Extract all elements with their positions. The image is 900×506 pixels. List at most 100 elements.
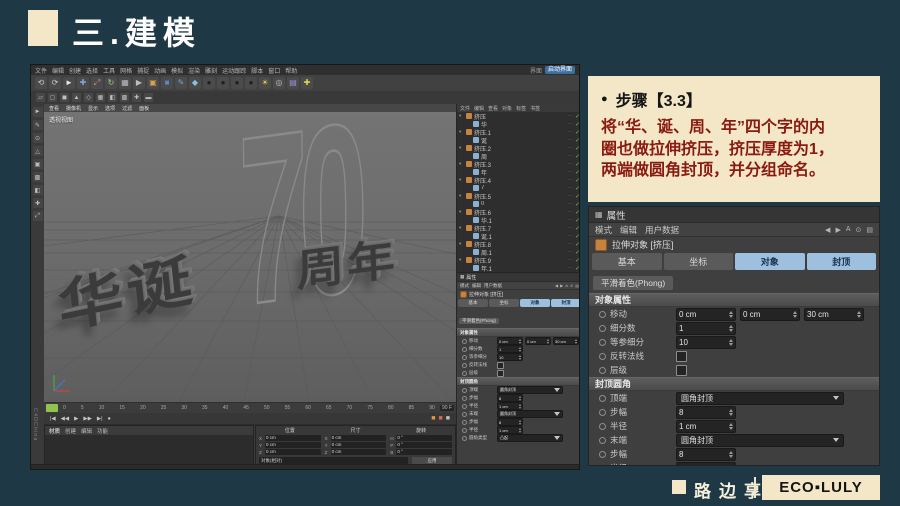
coord-field[interactable]: 0 cm <box>331 435 387 441</box>
checkbox[interactable] <box>676 365 687 376</box>
toolbar-icon[interactable]: ⟲ <box>35 77 47 89</box>
attr-menu-item[interactable]: 模式 <box>595 224 612 236</box>
visibility-dots-icon[interactable]: ·· <box>568 153 573 159</box>
menu-item[interactable]: 渲染 <box>188 66 200 75</box>
anim-dot-icon[interactable] <box>462 404 467 409</box>
anim-dot-icon[interactable] <box>599 423 606 430</box>
tool-icon[interactable]: ✎ <box>33 120 43 130</box>
stepper-icon[interactable] <box>729 339 733 346</box>
object-item[interactable]: ▾挤压.5··✓ <box>457 192 580 200</box>
object-item[interactable]: 年.1··✓ <box>457 264 580 272</box>
anim-dot-icon[interactable] <box>599 339 606 346</box>
stepper-icon[interactable] <box>729 423 733 430</box>
toolbar-icon[interactable]: ◆ <box>189 77 201 89</box>
number-field[interactable]: 8 <box>676 448 736 461</box>
timeline[interactable]: 051015202530354045505560657075808590 90 … <box>44 402 456 413</box>
expand-icon[interactable]: ▾ <box>459 193 464 199</box>
mode-icon[interactable]: ◼ <box>60 93 69 102</box>
attr-tab[interactable]: 封顶 <box>807 253 877 270</box>
number-field[interactable]: 30 cm <box>553 337 579 345</box>
menu-item[interactable]: 创建 <box>69 66 81 75</box>
toolbar-icon[interactable]: ● <box>217 77 229 89</box>
visibility-dots-icon[interactable]: ·· <box>568 265 573 271</box>
tool-icon[interactable]: ▩ <box>33 172 43 182</box>
attr-tab[interactable]: 封顶 <box>551 299 580 307</box>
expand-icon[interactable]: ▾ <box>459 225 464 231</box>
anim-dot-icon[interactable] <box>599 353 606 360</box>
number-field[interactable]: 30 cm <box>804 308 864 321</box>
visibility-dots-icon[interactable]: ·· <box>568 233 573 239</box>
viewport-menu-item[interactable]: 显示 <box>88 105 98 112</box>
attr-menu-icon[interactable]: ▶ <box>835 226 840 234</box>
stepper-icon[interactable] <box>729 325 733 332</box>
menu-item[interactable]: 窗口 <box>268 66 280 75</box>
toolbar-icon[interactable]: ▤ <box>287 77 299 89</box>
section-header[interactable]: 对象属性 <box>589 293 879 307</box>
visibility-dots-icon[interactable]: ·· <box>568 137 573 143</box>
attr-menu-icon[interactable]: ▶ <box>560 283 563 288</box>
stepper-icon[interactable] <box>793 311 797 318</box>
enabled-check-icon[interactable]: ✓ <box>575 113 580 120</box>
enabled-check-icon[interactable]: ✓ <box>575 185 580 192</box>
attr-menu-icon[interactable]: ⊙ <box>856 226 862 234</box>
attr-menu-icon[interactable]: A <box>565 283 568 288</box>
viewport-menu-item[interactable]: 摄像机 <box>66 105 81 112</box>
menu-item[interactable]: 选择 <box>86 66 98 75</box>
attr-tab[interactable]: 基本 <box>592 253 662 270</box>
coord-field[interactable]: 0 cm <box>265 442 321 448</box>
number-field[interactable]: 10 <box>497 353 523 361</box>
tool-icon[interactable]: ✚ <box>33 198 43 208</box>
dropdown-field[interactable]: 凸起 <box>497 434 563 442</box>
anim-dot-icon[interactable] <box>462 355 467 360</box>
mode-icon[interactable]: ◇ <box>84 93 93 102</box>
visibility-dots-icon[interactable]: ·· <box>568 217 573 223</box>
visibility-dots-icon[interactable]: ·· <box>568 169 573 175</box>
number-field[interactable]: 1 <box>497 345 523 353</box>
enabled-check-icon[interactable]: ✓ <box>575 265 580 272</box>
transport-button[interactable]: ▶▶ <box>83 416 91 422</box>
visibility-dots-icon[interactable]: ·· <box>568 201 573 207</box>
transport-button[interactable]: ◀◀ <box>61 416 69 422</box>
section-header[interactable]: 封顶圆角 <box>457 377 580 386</box>
tool-icon[interactable]: △ <box>33 146 43 156</box>
object-manager-menu-item[interactable]: 编辑 <box>474 105 484 112</box>
anim-dot-icon[interactable] <box>462 420 467 425</box>
render-settings-icon[interactable]: ■ <box>431 415 435 422</box>
tool-icon[interactable]: ► <box>33 107 43 117</box>
anim-dot-icon[interactable] <box>599 325 606 332</box>
enabled-check-icon[interactable]: ✓ <box>575 121 580 128</box>
viewport[interactable]: 查看摄像机显示选项过滤面板 透视视图 华诞 70 周年 <box>44 104 456 402</box>
coord-field[interactable]: 0 cm <box>331 449 387 455</box>
toolbar-icon[interactable]: ● <box>203 77 215 89</box>
stepper-icon[interactable] <box>519 428 521 433</box>
expand-icon[interactable]: ▾ <box>459 161 464 167</box>
render-settings-icon[interactable]: ■ <box>439 415 443 422</box>
menu-item[interactable]: 动画 <box>154 66 166 75</box>
enabled-check-icon[interactable]: ✓ <box>575 145 580 152</box>
toolbar-icon[interactable]: ▣ <box>147 77 159 89</box>
enabled-check-icon[interactable]: ✓ <box>575 193 580 200</box>
attr-menu-item[interactable]: 用户数据 <box>645 224 679 236</box>
anim-dot-icon[interactable] <box>599 437 606 444</box>
coord-field[interactable]: 0 ° <box>396 449 452 455</box>
enabled-check-icon[interactable]: ✓ <box>575 233 580 240</box>
menu-item[interactable]: 工具 <box>103 66 115 75</box>
stepper-icon[interactable] <box>519 355 521 360</box>
anim-dot-icon[interactable] <box>462 363 467 368</box>
number-field[interactable]: 8 <box>497 418 523 426</box>
checkbox[interactable] <box>497 362 504 369</box>
enabled-check-icon[interactable]: ✓ <box>575 257 580 264</box>
expand-icon[interactable]: ▾ <box>459 241 464 247</box>
visibility-dots-icon[interactable]: ·· <box>568 145 573 151</box>
tool-icon[interactable]: ⊙ <box>33 133 43 143</box>
object-manager-menu-item[interactable]: 标签 <box>516 105 526 112</box>
anim-dot-icon[interactable] <box>599 465 606 467</box>
visibility-dots-icon[interactable]: ·· <box>568 257 573 263</box>
tool-icon[interactable]: ▣ <box>33 159 43 169</box>
enabled-check-icon[interactable]: ✓ <box>575 217 580 224</box>
menu-item[interactable]: 文件 <box>35 66 47 75</box>
apply-button[interactable]: 应用 <box>412 457 452 464</box>
number-field[interactable]: 1 cm <box>497 402 523 410</box>
menu-item[interactable]: 模拟 <box>171 66 183 75</box>
anim-dot-icon[interactable] <box>599 395 606 402</box>
